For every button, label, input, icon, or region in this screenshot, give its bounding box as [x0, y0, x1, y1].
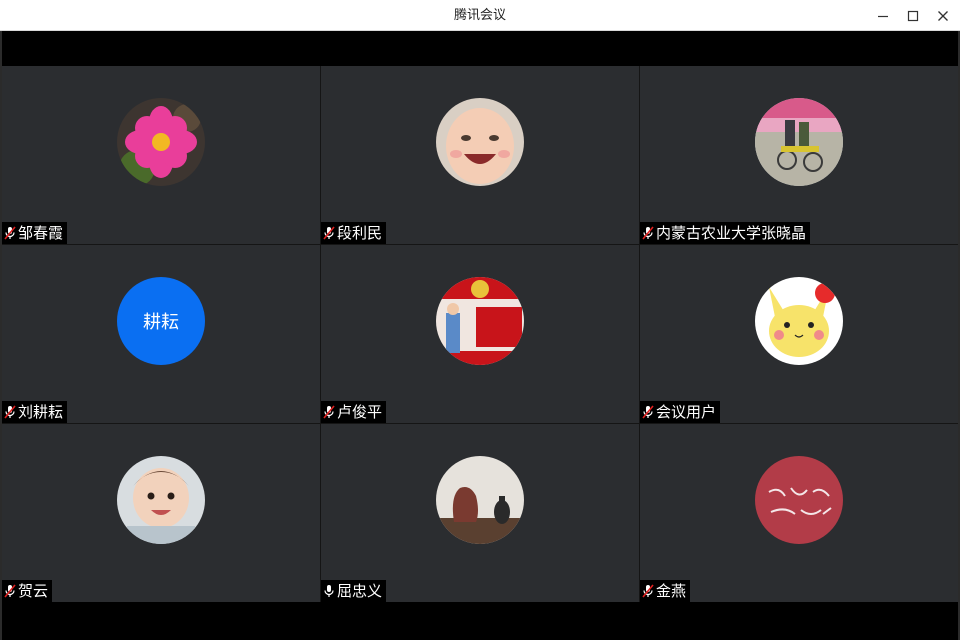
- avatar-initials: 耕耘: [117, 277, 205, 365]
- participant-name: 金燕: [656, 582, 687, 600]
- close-button[interactable]: [928, 0, 958, 31]
- participant-tile[interactable]: 内蒙古农业大学张晓晶: [640, 66, 958, 244]
- participant-tile[interactable]: 段利民: [321, 66, 639, 244]
- flower-avatar-image: [117, 98, 205, 186]
- minimize-button[interactable]: [868, 0, 898, 31]
- baby-avatar-image: [436, 98, 524, 186]
- baby-photo-avatar-image: [117, 456, 205, 544]
- participant-tile[interactable]: 屈忠义: [321, 424, 639, 602]
- participant-name: 贺云: [18, 582, 49, 600]
- participant-name: 卢俊平: [337, 403, 383, 421]
- avatar: [436, 277, 524, 365]
- name-tag: 金燕: [640, 580, 691, 602]
- name-tag: 内蒙古农业大学张晓晶: [640, 222, 811, 244]
- participant-tile[interactable]: 耕耘 刘耕耘: [2, 245, 320, 423]
- avatar: [755, 277, 843, 365]
- name-tag: 刘耕耘: [2, 401, 68, 423]
- mic-muted-icon: [321, 401, 337, 423]
- garden-photo-avatar-image: [755, 98, 843, 186]
- participant-name: 刘耕耘: [18, 403, 64, 421]
- window-titlebar: 腾讯会议: [0, 0, 960, 31]
- minimize-icon: [878, 15, 888, 17]
- name-tag: 段利民: [321, 222, 387, 244]
- mic-muted-icon: [2, 580, 18, 602]
- avatar: [436, 98, 524, 186]
- participant-tile[interactable]: 贺云: [2, 424, 320, 602]
- participant-tile[interactable]: 卢俊平: [321, 245, 639, 423]
- calligraphy-avatar-image: [755, 456, 843, 544]
- avatar: [436, 456, 524, 544]
- participant-name: 屈忠义: [337, 582, 383, 600]
- mic-muted-icon: [321, 222, 337, 244]
- participant-tile[interactable]: 会议用户: [640, 245, 958, 423]
- mic-muted-icon: [640, 401, 656, 423]
- mic-active-icon: [321, 580, 337, 602]
- mic-muted-icon: [2, 222, 18, 244]
- avatar: [755, 98, 843, 186]
- window-title: 腾讯会议: [453, 8, 506, 23]
- vase-still-life-avatar-image: [436, 456, 524, 544]
- participant-name: 邹春霞: [18, 224, 64, 242]
- close-icon: [938, 10, 948, 21]
- participant-tile[interactable]: 邹春霞: [2, 66, 320, 244]
- name-tag: 会议用户: [640, 401, 721, 423]
- participant-name: 内蒙古农业大学张晓晶: [656, 224, 807, 242]
- maximize-button[interactable]: [898, 0, 928, 31]
- pikachu-avatar-image: [755, 277, 843, 365]
- participant-name: 段利民: [337, 224, 383, 242]
- mic-muted-icon: [640, 222, 656, 244]
- maximize-icon: [907, 10, 919, 21]
- participant-name: 会议用户: [656, 403, 717, 421]
- name-tag: 邹春霞: [2, 222, 68, 244]
- participant-grid: 邹春霞 段利民 内蒙古农业大学张晓晶 耕耘 刘耕耘 卢俊平 会议用户 贺云 屈忠…: [2, 66, 958, 602]
- name-tag: 贺云: [2, 580, 53, 602]
- party-emblem-photo-avatar-image: [436, 277, 524, 365]
- name-tag: 卢俊平: [321, 401, 387, 423]
- name-tag: 屈忠义: [321, 580, 387, 602]
- avatar: [117, 98, 205, 186]
- avatar: [755, 456, 843, 544]
- mic-muted-icon: [2, 401, 18, 423]
- avatar: [117, 456, 205, 544]
- mic-muted-icon: [640, 580, 656, 602]
- participant-tile[interactable]: 金燕: [640, 424, 958, 602]
